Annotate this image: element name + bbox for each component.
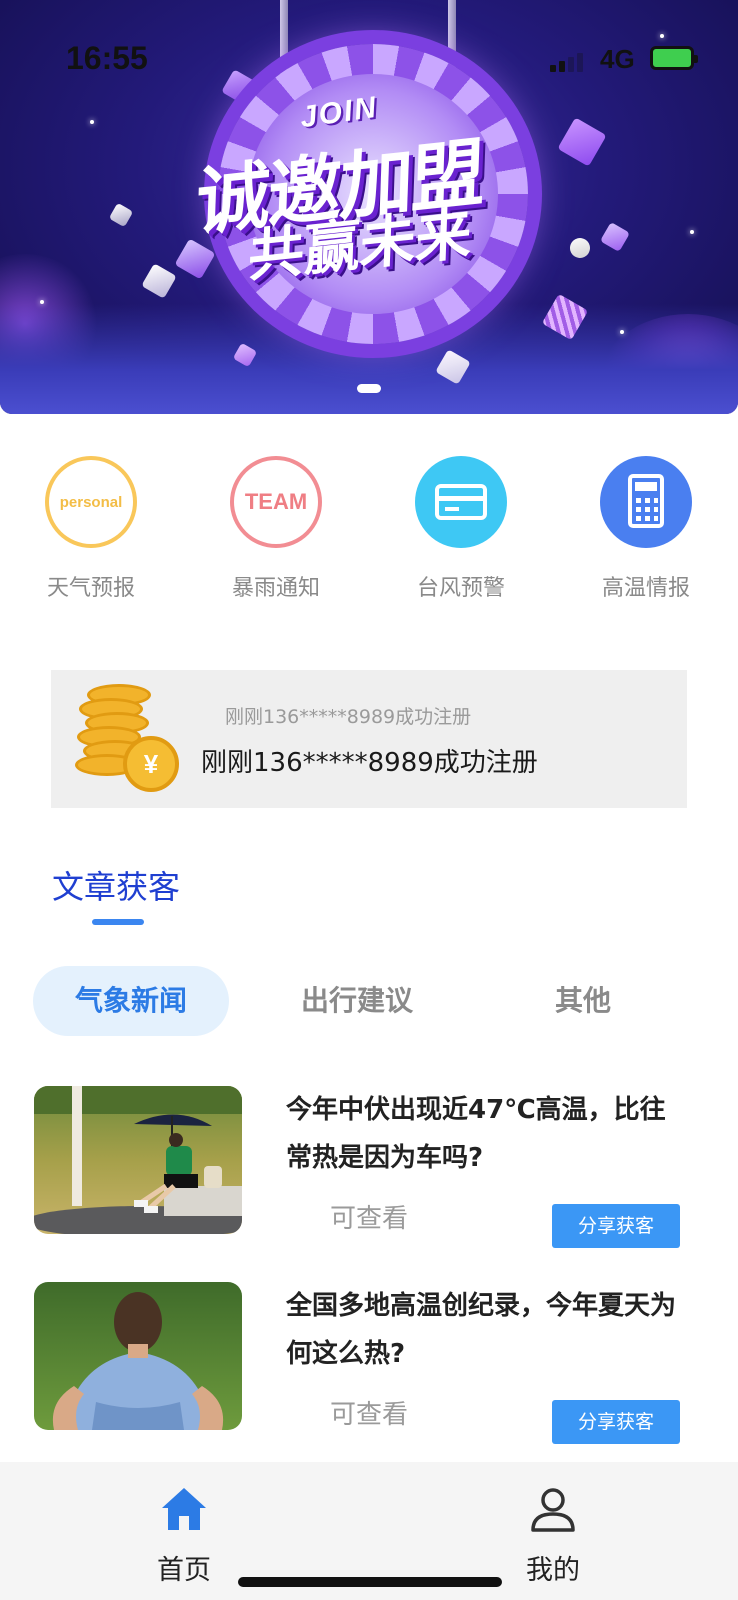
credit-card-icon (415, 456, 507, 548)
quick-item-label: 台风预警 (416, 576, 505, 601)
coins-icon: ¥ (73, 684, 185, 794)
tab-weather-news[interactable]: 气象新闻 (33, 966, 229, 1036)
gem-decoration (557, 117, 607, 167)
nav-home-label: 首页 (157, 1555, 211, 1586)
gem-decoration (566, 234, 594, 262)
article-title[interactable]: 今年中伏出现近47℃高温，比往常热是因为车吗? (286, 1086, 686, 1182)
section-title-underline (92, 919, 144, 925)
article-thumbnail[interactable] (34, 1086, 242, 1234)
gem-decoration (108, 202, 134, 228)
coin-symbol: ¥ (123, 736, 179, 792)
notice-current-text: 刚刚136*****8989成功注册 (201, 748, 538, 778)
article-thumbnail[interactable] (34, 1282, 242, 1430)
article-item[interactable]: 全国多地高温创纪录，今年夏天为何这么热? 可查看 分享获客 (34, 1282, 686, 1444)
nav-mine[interactable]: 我的 (478, 1462, 628, 1587)
seal-text: TEAM (234, 460, 318, 544)
article-status: 可查看 (330, 1400, 409, 1430)
quick-item-label: 暴雨通知 (231, 576, 320, 601)
seal-text: personal (49, 460, 133, 544)
quick-item-weather-forecast[interactable]: personal 天气预报 (21, 456, 161, 602)
quick-item-typhoon-warning[interactable]: 台风预警 (391, 456, 531, 602)
article-status: 可查看 (330, 1204, 409, 1234)
notice-previous-text: 刚刚136*****8989成功注册 (225, 706, 472, 728)
calculator-icon (600, 456, 692, 548)
home-indicator[interactable] (238, 1577, 502, 1587)
nav-home[interactable]: 首页 (109, 1462, 259, 1587)
quick-menu: personal 天气预报 TEAM 暴雨通知 台风预警 高温情报 (0, 456, 738, 606)
quick-item-rainstorm-notice[interactable]: TEAM 暴雨通知 (206, 456, 346, 602)
carousel-indicator[interactable] (357, 384, 381, 393)
section-title[interactable]: 文章获客 (52, 862, 180, 908)
quick-item-label: 天气预报 (46, 576, 135, 601)
network-type: 4G (600, 44, 635, 74)
category-tabs: 气象新闻 出行建议 其他 (33, 966, 713, 1038)
quick-item-heat-report[interactable]: 高温情报 (576, 456, 716, 602)
personal-seal-icon: personal (45, 456, 137, 548)
status-bar: 16:55 4G (0, 0, 738, 110)
cellular-signal-icon (550, 52, 586, 72)
share-button[interactable]: 分享获客 (552, 1400, 680, 1444)
team-seal-icon: TEAM (230, 456, 322, 548)
quick-item-label: 高温情报 (601, 576, 690, 601)
tab-other[interactable]: 其他 (485, 966, 681, 1036)
gem-decoration (599, 221, 631, 253)
battery-charging-icon (650, 46, 698, 70)
status-time: 16:55 (66, 40, 148, 76)
tab-travel-advice[interactable]: 出行建议 (259, 966, 455, 1036)
share-button[interactable]: 分享获客 (552, 1204, 680, 1248)
home-icon (158, 1484, 210, 1536)
registration-notice: ¥ 刚刚136*****8989成功注册 刚刚136*****8989成功注册 (51, 670, 687, 808)
star-decoration (620, 330, 624, 334)
user-icon (527, 1484, 579, 1536)
star-decoration (40, 300, 44, 304)
star-decoration (90, 120, 94, 124)
gem-decoration (141, 263, 177, 299)
article-item[interactable]: 今年中伏出现近47℃高温，比往常热是因为车吗? 可查看 分享获客 (34, 1086, 686, 1248)
star-decoration (690, 230, 694, 234)
article-title[interactable]: 全国多地高温创纪录，今年夏天为何这么热? (286, 1282, 686, 1378)
